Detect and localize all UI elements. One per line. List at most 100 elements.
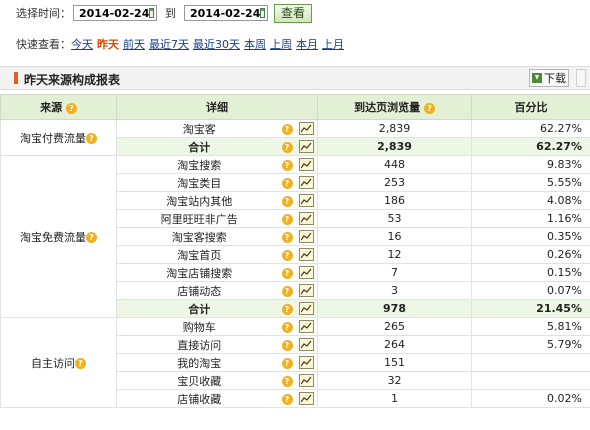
quick-link[interactable]: 上周 bbox=[270, 36, 292, 52]
question-icon[interactable]: ? bbox=[281, 249, 293, 261]
question-icon[interactable]: ? bbox=[86, 133, 97, 144]
calendar-icon[interactable] bbox=[260, 8, 265, 18]
question-icon[interactable]: ? bbox=[281, 159, 293, 171]
question-icon[interactable]: ? bbox=[281, 177, 293, 189]
table-row: 淘宝付费流量? 淘宝客? 2,839 62.27% bbox=[0, 119, 590, 156]
trend-chart-icon[interactable] bbox=[298, 230, 314, 244]
end-date-input[interactable]: 2014-02-24 bbox=[184, 5, 268, 21]
quick-link[interactable]: 本周 bbox=[244, 36, 266, 52]
question-icon[interactable]: ? bbox=[281, 195, 293, 207]
trend-chart-icon[interactable] bbox=[298, 176, 314, 190]
percent-cell: 62.27% bbox=[471, 119, 590, 138]
percent-cell: 0.15% bbox=[471, 263, 590, 282]
source-cell: 淘宝免费流量? bbox=[0, 155, 117, 318]
detail-name: 购物车? bbox=[116, 317, 293, 336]
detail-name: 宝贝收藏? bbox=[116, 371, 293, 390]
quick-link[interactable]: 本月 bbox=[296, 36, 318, 52]
question-icon[interactable]: ? bbox=[281, 141, 293, 153]
question-icon[interactable]: ? bbox=[281, 123, 293, 135]
title-marker bbox=[14, 72, 18, 84]
column-header-views: 到达页浏览量 ? bbox=[317, 94, 472, 120]
percent-cell: 62.27% bbox=[471, 137, 590, 156]
views-cell: 186 bbox=[317, 191, 472, 210]
percent-cell: 5.81% bbox=[471, 317, 590, 336]
source-cell: 自主访问? bbox=[0, 317, 117, 408]
detail-actions bbox=[292, 353, 318, 372]
percent-cell: 5.79% bbox=[471, 335, 590, 354]
detail-actions bbox=[292, 227, 318, 246]
calendar-icon[interactable] bbox=[149, 8, 154, 18]
quick-view-label: 快速查看： bbox=[16, 38, 71, 51]
views-cell: 264 bbox=[317, 335, 472, 354]
question-icon[interactable]: ? bbox=[281, 357, 293, 369]
views-cell: 3 bbox=[317, 281, 472, 300]
trend-chart-icon[interactable] bbox=[298, 266, 314, 280]
start-date-value: 2014-02-24 bbox=[79, 6, 150, 20]
question-icon[interactable]: ? bbox=[281, 393, 293, 405]
column-header-source: 来源 ? bbox=[0, 94, 117, 120]
quick-link[interactable]: 最近30天 bbox=[193, 36, 240, 52]
trend-chart-icon[interactable] bbox=[298, 212, 314, 226]
detail-name: 阿里旺旺非广告? bbox=[116, 209, 293, 228]
detail-name: 淘宝首页? bbox=[116, 245, 293, 264]
report-title: 昨天来源构成报表 bbox=[24, 73, 121, 87]
trend-chart-icon[interactable] bbox=[298, 140, 314, 154]
detail-name: 我的淘宝? bbox=[116, 353, 293, 372]
detail-actions bbox=[292, 119, 318, 138]
views-cell: 151 bbox=[317, 353, 472, 372]
trend-chart-icon[interactable] bbox=[298, 302, 314, 316]
trend-chart-icon[interactable] bbox=[298, 338, 314, 352]
question-icon[interactable]: ? bbox=[86, 232, 97, 243]
trend-chart-icon[interactable] bbox=[298, 284, 314, 298]
question-icon[interactable]: ? bbox=[281, 285, 293, 297]
question-icon[interactable]: ? bbox=[65, 102, 77, 114]
trend-chart-icon[interactable] bbox=[298, 248, 314, 262]
report-header: 昨天来源构成报表 下载 bbox=[0, 66, 590, 90]
views-cell: 12 bbox=[317, 245, 472, 264]
question-icon[interactable]: ? bbox=[281, 267, 293, 279]
views-cell: 16 bbox=[317, 227, 472, 246]
view-button[interactable]: 查看 bbox=[274, 3, 313, 23]
views-cell: 2,839 bbox=[317, 119, 472, 138]
trend-chart-icon[interactable] bbox=[298, 392, 314, 406]
quick-link[interactable]: 前天 bbox=[123, 36, 145, 52]
question-icon[interactable]: ? bbox=[281, 375, 293, 387]
quick-link[interactable]: 最近7天 bbox=[149, 36, 189, 52]
quick-link[interactable]: 今天 bbox=[71, 36, 93, 52]
percent-cell: 4.08% bbox=[471, 191, 590, 210]
percent-cell: 5.55% bbox=[471, 173, 590, 192]
trend-chart-icon[interactable] bbox=[298, 158, 314, 172]
views-cell: 253 bbox=[317, 173, 472, 192]
percent-cell bbox=[471, 371, 590, 390]
views-cell: 32 bbox=[317, 371, 472, 390]
views-cell: 7 bbox=[317, 263, 472, 282]
column-header-detail: 详细 bbox=[116, 94, 318, 120]
question-icon[interactable]: ? bbox=[423, 102, 435, 114]
detail-name: 合计? bbox=[116, 137, 293, 156]
trend-chart-icon[interactable] bbox=[298, 194, 314, 208]
source-report-table: 来源 ? 详细 到达页浏览量 ? 百分比 淘宝付费流量? 淘宝客? 2,839 62.… bbox=[0, 94, 590, 408]
trend-chart-icon[interactable] bbox=[298, 356, 314, 370]
question-icon[interactable]: ? bbox=[281, 231, 293, 243]
scroll-handle[interactable] bbox=[576, 69, 586, 87]
trend-chart-icon[interactable] bbox=[298, 320, 314, 334]
detail-actions bbox=[292, 317, 318, 336]
start-date-input[interactable]: 2014-02-24 bbox=[73, 5, 157, 21]
question-icon[interactable]: ? bbox=[281, 303, 293, 315]
views-cell: 2,839 bbox=[317, 137, 472, 156]
question-icon[interactable]: ? bbox=[281, 213, 293, 225]
download-button[interactable]: 下载 bbox=[529, 69, 569, 87]
question-icon[interactable]: ? bbox=[75, 358, 86, 369]
views-cell: 978 bbox=[317, 299, 472, 318]
trend-chart-icon[interactable] bbox=[298, 374, 314, 388]
percent-cell: 0.07% bbox=[471, 281, 590, 300]
source-cell: 淘宝付费流量? bbox=[0, 119, 117, 156]
question-icon[interactable]: ? bbox=[281, 339, 293, 351]
trend-chart-icon[interactable] bbox=[298, 122, 314, 136]
detail-name: 淘宝客搜索? bbox=[116, 227, 293, 246]
question-icon[interactable]: ? bbox=[281, 321, 293, 333]
detail-actions bbox=[292, 173, 318, 192]
quick-link[interactable]: 昨天 bbox=[97, 36, 119, 52]
views-cell: 53 bbox=[317, 209, 472, 228]
quick-link[interactable]: 上月 bbox=[322, 36, 344, 52]
